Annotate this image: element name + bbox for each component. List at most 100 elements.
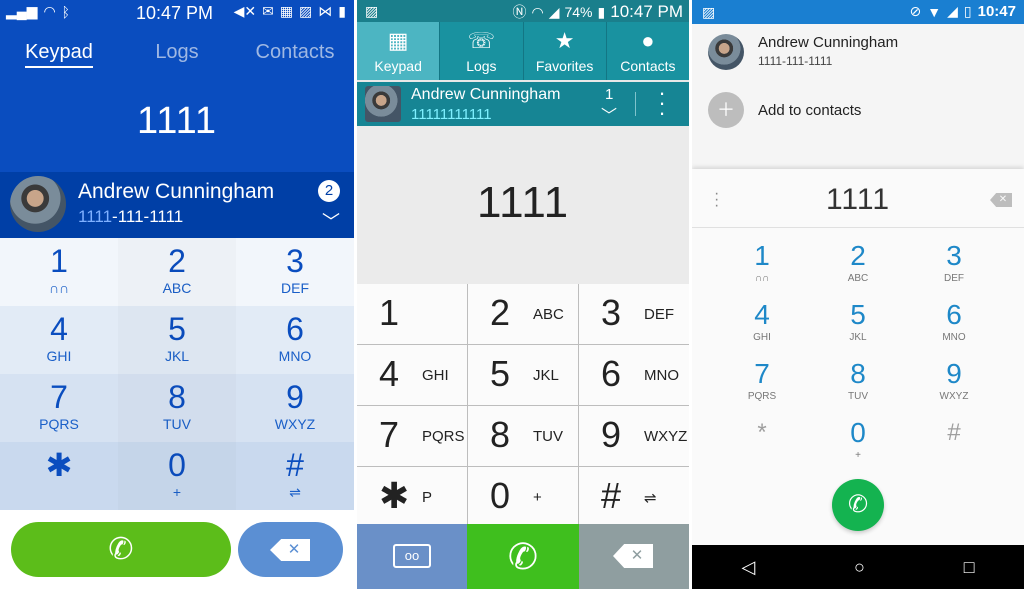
key-1[interactable]: 1 ∩∩ bbox=[714, 241, 810, 300]
key-2[interactable]: 2 ABC bbox=[118, 238, 236, 306]
tab-logs[interactable]: Logs bbox=[118, 38, 236, 72]
contact-match[interactable]: Andrew Cunningham 1111-111-1111 2 ﹀ bbox=[0, 172, 354, 238]
contact-match[interactable]: Andrew Cunningham 11111111111 1 ﹀ · · · bbox=[357, 82, 689, 126]
battery-percent: 74% bbox=[564, 4, 593, 20]
key-0[interactable]: 0 + bbox=[810, 418, 906, 477]
backspace-button[interactable]: ✕ bbox=[238, 522, 343, 577]
call-button[interactable]: ✆ bbox=[832, 479, 884, 531]
home-icon[interactable]: ○ bbox=[854, 557, 865, 578]
recents-icon[interactable]: □ bbox=[964, 557, 975, 578]
key-6[interactable]: 6 MNO bbox=[579, 345, 689, 405]
key-1[interactable]: 1 ∩∩ bbox=[0, 238, 118, 306]
image-icon: ▨ bbox=[365, 3, 379, 19]
key-star[interactable]: * bbox=[714, 418, 810, 477]
status-bar: ▨ Ⓝ ◠ ◢ 74% ▮ 10:47 PM bbox=[357, 0, 689, 22]
action-bar: oo ✆ ✕ bbox=[357, 524, 689, 589]
match-count-badge: 2 bbox=[318, 180, 340, 202]
key-star[interactable]: ✱ bbox=[0, 442, 118, 510]
tab-favorites[interactable]: ★ Favorites bbox=[524, 22, 607, 80]
contact-number: 1111-111-1111 bbox=[78, 207, 184, 226]
signal-icon: ◢ bbox=[548, 3, 560, 20]
key-3[interactable]: 3 DEF bbox=[906, 241, 1002, 300]
key-3[interactable]: 3 DEF bbox=[579, 284, 689, 344]
contact-number: 11111111111 bbox=[411, 106, 492, 123]
voicemail-button[interactable]: oo bbox=[357, 524, 467, 589]
key-9[interactable]: 9 WXYZ bbox=[236, 374, 354, 442]
tab-contacts[interactable]: ● Contacts bbox=[607, 22, 689, 80]
contact-name[interactable]: Andrew Cunningham bbox=[758, 34, 898, 51]
key-0[interactable]: 0 + bbox=[468, 467, 578, 527]
key-5[interactable]: 5 JKL bbox=[810, 300, 906, 359]
dialer-tabs: ▦ Keypad ☏ Logs ★ Favorites ● Contacts bbox=[357, 22, 689, 80]
mail-icon: ✉ bbox=[262, 3, 274, 19]
touchwiz-dialer-panel: ▂▄▆ ◠ ᛒ 10:47 PM ◀✕ ✉ ▦ ▨ ⋈ ▮ Keypad Log… bbox=[0, 0, 354, 589]
divider bbox=[635, 92, 636, 116]
wifi-icon: ◠ bbox=[43, 3, 56, 19]
keypad: 1 ∩∩ 2 ABC 3 DEF 4 GHI 5 JKL 6 MNO 7 PQRS 8 TUV … bbox=[0, 238, 354, 510]
backspace-button[interactable]: ✕ bbox=[579, 524, 689, 589]
phone-icon: ✆ bbox=[847, 491, 869, 518]
contacts-icon: ● bbox=[641, 28, 655, 53]
avatar bbox=[10, 176, 66, 232]
logs-icon: ☏ bbox=[467, 28, 496, 53]
star-icon: ★ bbox=[554, 28, 575, 53]
key-7[interactable]: 7 PQRS bbox=[357, 406, 467, 466]
key-2[interactable]: 2 ABC bbox=[810, 241, 906, 300]
key-5[interactable]: 5 JKL bbox=[118, 306, 236, 374]
back-icon[interactable]: ◁ bbox=[741, 557, 755, 578]
status-bar: ▂▄▆ ◠ ᛒ 10:47 PM ◀✕ ✉ ▦ ▨ ⋈ ▮ bbox=[0, 0, 354, 26]
contact-number: 1111-111-1111 bbox=[758, 54, 833, 68]
key-9[interactable]: 9 WXYZ bbox=[579, 406, 689, 466]
mute-icon: ⋈ bbox=[318, 3, 333, 19]
key-8[interactable]: 8 TUV bbox=[810, 359, 906, 418]
vibrate-icon: ⇌ bbox=[644, 490, 657, 507]
notification-icon: ◀✕ bbox=[233, 3, 257, 19]
key-4[interactable]: 4 GHI bbox=[0, 306, 118, 374]
divider bbox=[692, 227, 1024, 228]
key-5[interactable]: 5 JKL bbox=[468, 345, 578, 405]
key-7[interactable]: 7 PQRS bbox=[0, 374, 118, 442]
key-4[interactable]: 4 GHI bbox=[714, 300, 810, 359]
key-7[interactable]: 7 PQRS bbox=[714, 359, 810, 418]
call-button[interactable]: ✆ bbox=[11, 522, 231, 577]
status-time: 10:47 bbox=[977, 3, 1016, 20]
key-9[interactable]: 9 WXYZ bbox=[906, 359, 1002, 418]
key-6[interactable]: 6 MNO bbox=[236, 306, 354, 374]
key-0[interactable]: 0 + bbox=[118, 442, 236, 510]
keypad: 1 2 ABC 3 DEF 4 GHI 5 JKL 6 MNO 7 PQRS 8 TUV 9W… bbox=[357, 284, 689, 527]
action-bar: ✆ ✕ bbox=[0, 510, 354, 589]
voicemail-icon: ∩∩ bbox=[48, 280, 70, 296]
key-2[interactable]: 2 ABC bbox=[468, 284, 578, 344]
bluetooth-icon: ᛒ bbox=[61, 3, 71, 20]
key-hash[interactable]: # ⇌ bbox=[236, 442, 354, 510]
tab-logs[interactable]: ☏ Logs bbox=[440, 22, 524, 80]
call-button[interactable]: ✆ bbox=[467, 524, 579, 589]
key-1[interactable]: 1 bbox=[357, 284, 467, 344]
chevron-down-icon[interactable]: ﹀ bbox=[601, 102, 617, 126]
avatar bbox=[365, 86, 401, 122]
tab-keypad[interactable]: Keypad bbox=[0, 38, 118, 72]
dialed-number: 1111 bbox=[825, 183, 891, 216]
chevron-down-icon[interactable]: ﹀ bbox=[322, 208, 340, 234]
key-8[interactable]: 8 TUV bbox=[118, 374, 236, 442]
key-3[interactable]: 3 DEF bbox=[236, 238, 354, 306]
key-4[interactable]: 4 GHI bbox=[357, 345, 467, 405]
keypad: 1 ∩∩ 2 ABC 3 DEF 4 GHI 5 JKL 6 MNO 7 PQRS 8 TUV … bbox=[714, 241, 1002, 477]
number-display: 1111 bbox=[357, 126, 689, 284]
tab-keypad[interactable]: ▦ Keypad bbox=[357, 22, 441, 80]
tab-contacts[interactable]: Contacts bbox=[236, 38, 354, 72]
signal-icon: ◢ bbox=[947, 3, 958, 19]
key-6[interactable]: 6 MNO bbox=[906, 300, 1002, 359]
contact-name: Andrew Cunningham bbox=[78, 180, 275, 203]
phone-icon: ✆ bbox=[108, 533, 134, 566]
backspace-icon: ✕ bbox=[270, 539, 310, 561]
key-hash[interactable]: # ⇌ bbox=[579, 467, 689, 527]
key-8[interactable]: 8 TUV bbox=[468, 406, 578, 466]
battery-icon: ▮ bbox=[338, 3, 346, 19]
key-star[interactable]: ✱ P bbox=[357, 467, 467, 527]
add-to-contacts-button[interactable]: Add to contacts bbox=[758, 102, 861, 119]
signal-icon: ▂▄▆ bbox=[6, 3, 38, 19]
key-hash[interactable]: # bbox=[906, 418, 1002, 477]
legacy-dialer-panel: ▨ Ⓝ ◠ ◢ 74% ▮ 10:47 PM ▦ Keypad ☏ Logs ★ Fa… bbox=[357, 0, 689, 589]
overflow-menu-icon[interactable]: · · · bbox=[657, 82, 667, 124]
